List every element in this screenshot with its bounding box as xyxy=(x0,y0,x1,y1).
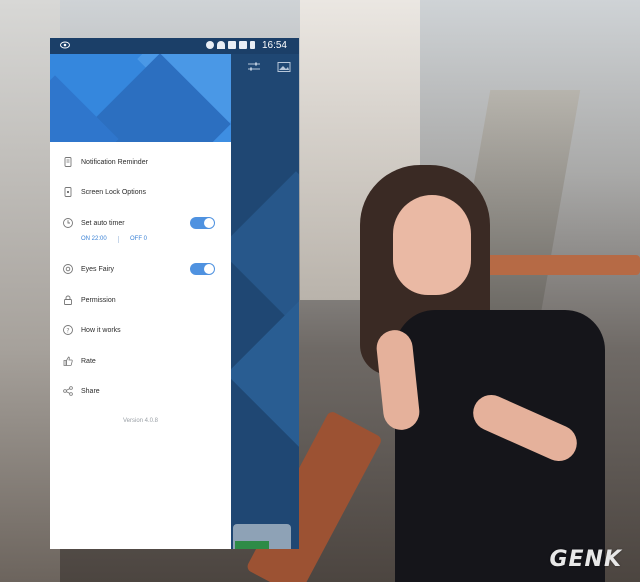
app-version: Version 4.0.8 xyxy=(122,418,159,424)
menu-item-notification-reminder[interactable]: Notification Reminder xyxy=(50,152,231,172)
signal-icon xyxy=(239,41,247,49)
timer-icon xyxy=(63,218,73,228)
drawer-header xyxy=(50,54,231,142)
woman-face xyxy=(393,195,471,295)
menu-item-label: Screen Lock Options xyxy=(81,188,146,196)
status-bar: 16:54 xyxy=(50,38,299,54)
navigation-drawer: Notification Reminder Screen Lock Option… xyxy=(50,54,231,549)
menu-item-label: Eyes Fairy xyxy=(81,265,115,273)
menu-item-label: Notification Reminder xyxy=(81,158,148,166)
bottom-button[interactable] xyxy=(235,541,269,549)
lock-icon xyxy=(64,295,72,305)
menu-item-label: Share xyxy=(81,387,100,395)
help-icon: ? xyxy=(63,325,73,335)
menu-item-permission[interactable]: Permission xyxy=(50,290,231,310)
bg-shape xyxy=(231,171,299,327)
bg-shape xyxy=(231,289,299,459)
main-app-view xyxy=(231,54,299,549)
thumbs-up-icon xyxy=(63,356,73,366)
menu-item-eyes-fairy[interactable]: Eyes Fairy xyxy=(50,259,231,279)
notification-icon xyxy=(64,157,72,167)
battery-icon xyxy=(250,41,255,49)
menu-item-screen-lock-options[interactable]: Screen Lock Options xyxy=(50,182,231,202)
svg-text:?: ? xyxy=(66,327,69,334)
alarm-icon xyxy=(206,41,214,49)
eye-icon xyxy=(63,264,73,274)
tune-icon[interactable] xyxy=(247,62,261,72)
menu-item-rate[interactable]: Rate xyxy=(50,351,231,371)
eyes-fairy-toggle[interactable] xyxy=(190,263,215,275)
screen-lock-icon xyxy=(64,187,72,197)
menu-item-label: Rate xyxy=(81,357,96,365)
menu-item-how-it-works[interactable]: ? How it works xyxy=(50,320,231,340)
menu-item-label: How it works xyxy=(81,326,121,334)
menu-item-label: Set auto timer xyxy=(81,219,125,227)
timer-divider xyxy=(118,236,119,243)
wifi-icon xyxy=(217,41,225,49)
phone-screenshot: 16:54 Notification Reminder Screen Lock … xyxy=(50,38,299,549)
menu-item-share[interactable]: Share xyxy=(50,381,231,401)
genk-watermark: GENK xyxy=(549,547,622,572)
auto-timer-toggle[interactable] xyxy=(190,217,215,229)
menu-item-label: Permission xyxy=(81,296,116,304)
status-time: 16:54 xyxy=(261,40,287,51)
timer-on-time[interactable]: ON 22:00 xyxy=(81,236,107,242)
share-icon xyxy=(63,386,73,396)
menu-item-set-auto-timer[interactable]: Set auto timer xyxy=(50,213,231,233)
nfc-icon xyxy=(228,41,236,49)
eye-status-icon xyxy=(60,41,70,49)
image-icon[interactable] xyxy=(277,62,291,72)
status-icons xyxy=(206,41,255,49)
timer-off-time[interactable]: OFF 0 xyxy=(130,236,147,242)
